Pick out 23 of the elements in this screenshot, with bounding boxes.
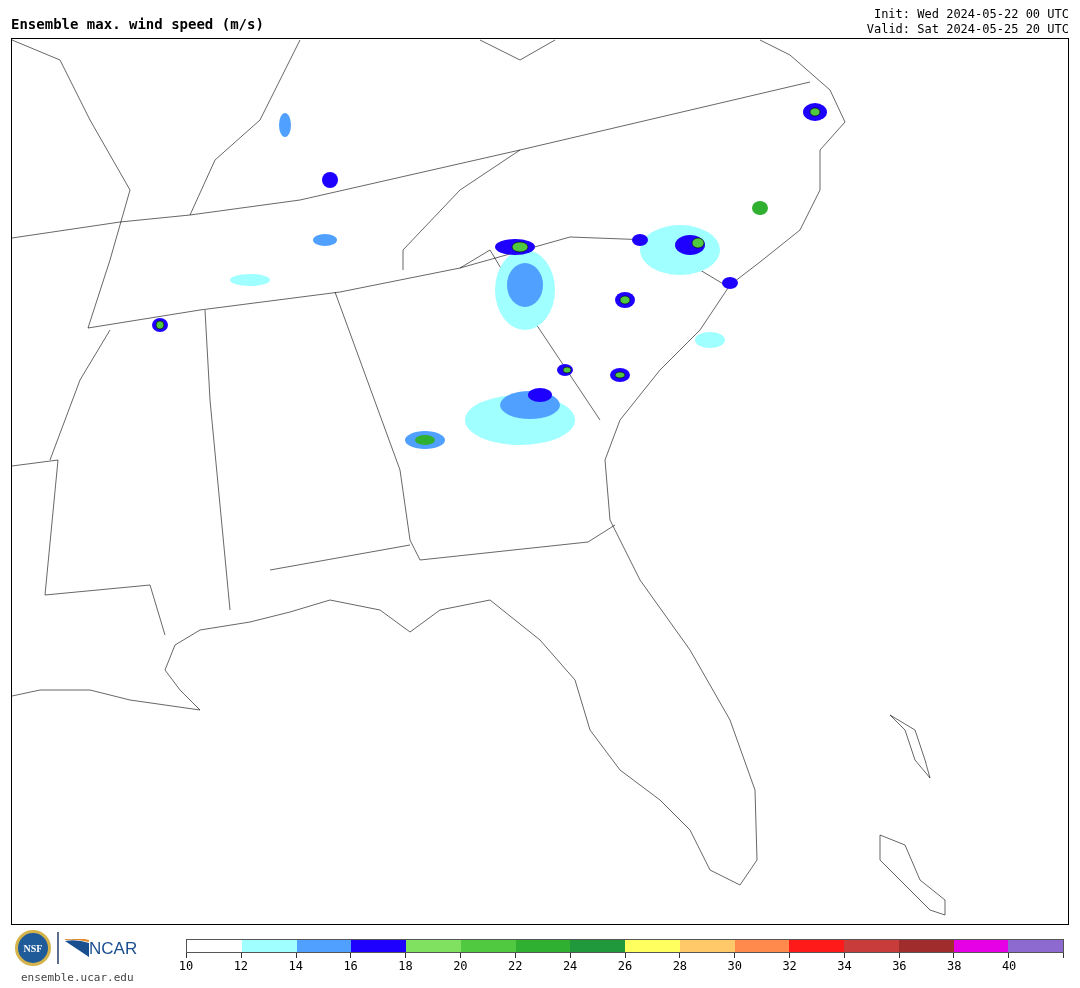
scale-tick-label: 22 [508,958,523,974]
scale-tick-label: 28 [672,958,688,974]
site-url: ensemble.ucar.edu [20,970,135,986]
scale-tick-label: 14 [288,958,303,974]
scale-tick-label: 34 [837,958,852,974]
ncar-logo-text: NCAR [89,939,138,957]
chart-title: Ensemble max. wind speed (m/s) [11,17,264,34]
valid-time: Valid: Sat 2024-05-25 20 UTC [866,22,1069,37]
scale-tick-label: 40 [1001,958,1017,974]
scale-tick-label: 26 [617,958,633,974]
scale-tick-label: 32 [782,958,797,974]
scale-tick-label: 30 [727,958,742,974]
init-time: Init: Wed 2024-05-22 00 UTC [873,7,1069,22]
scale-tick-label: 38 [947,958,962,974]
seal-logo: NSF [15,930,51,966]
scale-tick-label: 12 [233,958,249,974]
scale-tick-label: 24 [562,958,578,974]
scale-tick-label: 36 [892,958,907,974]
scale-tick-label: 10 [178,958,194,974]
scale-tick-label: 16 [343,958,358,974]
scale-tick-label: 20 [453,958,468,974]
wave-logo-icon [65,939,89,957]
scale-tick-label: 18 [398,958,413,974]
